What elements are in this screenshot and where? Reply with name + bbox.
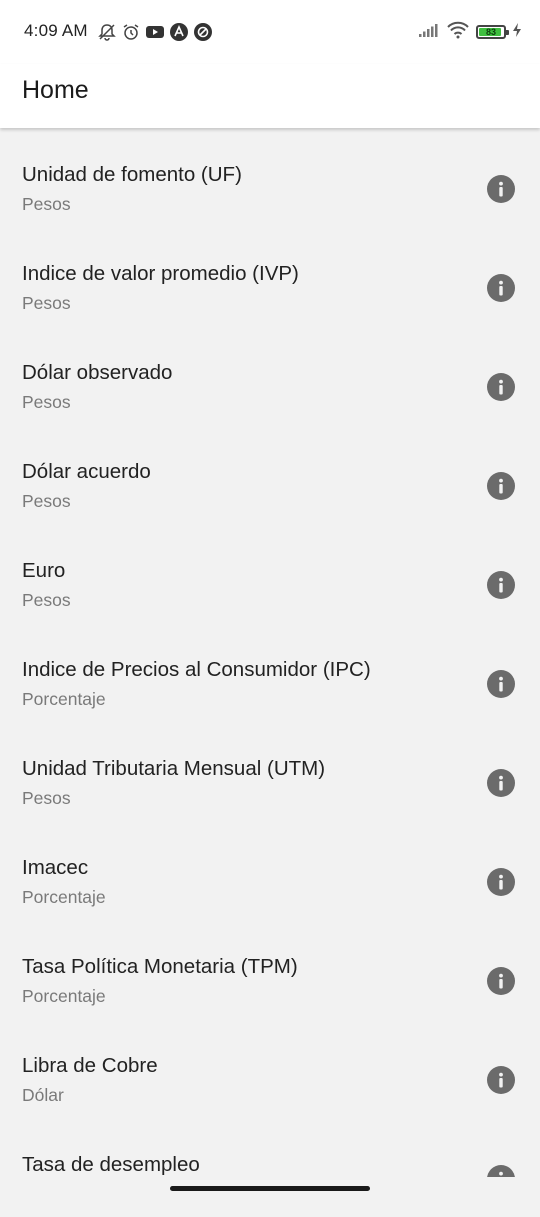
- status-icons-right: 83: [418, 21, 522, 43]
- list-item[interactable]: Libra de Cobre Dólar: [0, 1019, 540, 1118]
- info-icon[interactable]: [487, 373, 515, 401]
- charging-icon: [512, 22, 522, 43]
- item-subtitle: Porcentaje: [22, 887, 106, 907]
- list-item[interactable]: Euro Pesos: [0, 524, 540, 623]
- item-title: Dólar observado: [22, 361, 173, 384]
- battery-icon: 83: [476, 25, 509, 39]
- app-a-icon: [169, 22, 189, 42]
- info-icon[interactable]: [487, 274, 515, 302]
- item-subtitle: Pesos: [22, 491, 71, 511]
- list-item[interactable]: Tasa de desempleo: [0, 1118, 540, 1217]
- item-subtitle: Pesos: [22, 194, 71, 214]
- status-bar: 4:09 AM 83: [0, 0, 540, 64]
- item-title: Libra de Cobre: [22, 1054, 158, 1077]
- item-subtitle: Dólar: [22, 1085, 64, 1105]
- battery-level: 83: [485, 26, 496, 37]
- list-item[interactable]: Unidad de fomento (UF) Pesos: [0, 128, 540, 227]
- page-title: Home: [22, 76, 89, 104]
- item-title: Euro: [22, 559, 66, 582]
- info-icon[interactable]: [487, 670, 515, 698]
- item-subtitle: Pesos: [22, 392, 71, 412]
- list-item[interactable]: Unidad Tributaria Mensual (UTM) Pesos: [0, 722, 540, 821]
- info-icon[interactable]: [487, 868, 515, 896]
- list-item[interactable]: Tasa Política Monetaria (TPM) Porcentaje: [0, 920, 540, 1019]
- item-subtitle: Pesos: [22, 788, 71, 808]
- item-title: Unidad Tributaria Mensual (UTM): [22, 757, 326, 780]
- item-title: Tasa Política Monetaria (TPM): [22, 955, 298, 978]
- item-subtitle: Pesos: [22, 293, 71, 313]
- item-title: Indice de valor promedio (IVP): [22, 262, 299, 285]
- info-icon[interactable]: [487, 1066, 515, 1094]
- list-item[interactable]: Dólar observado Pesos: [0, 326, 540, 425]
- info-icon[interactable]: [487, 571, 515, 599]
- indicator-list: Unidad de fomento (UF) Pesos Indice de val…: [0, 128, 540, 1217]
- list-item[interactable]: Imacec Porcentaje: [0, 821, 540, 920]
- item-title: Dólar acuerdo: [22, 460, 151, 483]
- status-icons-left: [97, 21, 213, 43]
- app-circle-icon: [193, 22, 213, 42]
- status-time: 4:09 AM: [24, 21, 88, 40]
- item-title: Unidad de fomento (UF): [22, 163, 242, 186]
- info-icon[interactable]: [487, 769, 515, 797]
- info-icon[interactable]: [487, 175, 515, 203]
- item-title: Imacec: [22, 856, 89, 879]
- info-icon[interactable]: [487, 967, 515, 995]
- notifications-off-icon: [97, 22, 117, 42]
- list-item[interactable]: Indice de valor promedio (IVP) Pesos: [0, 227, 540, 326]
- list-item[interactable]: Indice de Precios al Consumidor (IPC) Por…: [0, 623, 540, 722]
- item-title: Indice de Precios al Consumidor (IPC): [22, 658, 371, 681]
- list-item[interactable]: Dólar acuerdo Pesos: [0, 425, 540, 524]
- signal-icon: [418, 22, 440, 43]
- gesture-nav-handle[interactable]: [170, 1186, 370, 1191]
- youtube-icon: [145, 22, 165, 42]
- app-bar: Home: [0, 64, 540, 128]
- item-subtitle: Pesos: [22, 590, 71, 610]
- item-subtitle: Porcentaje: [22, 986, 106, 1006]
- info-icon[interactable]: [487, 472, 515, 500]
- item-title: Tasa de desempleo: [22, 1153, 200, 1176]
- alarm-icon: [121, 22, 141, 42]
- wifi-icon: [446, 21, 470, 44]
- item-subtitle: Porcentaje: [22, 689, 106, 709]
